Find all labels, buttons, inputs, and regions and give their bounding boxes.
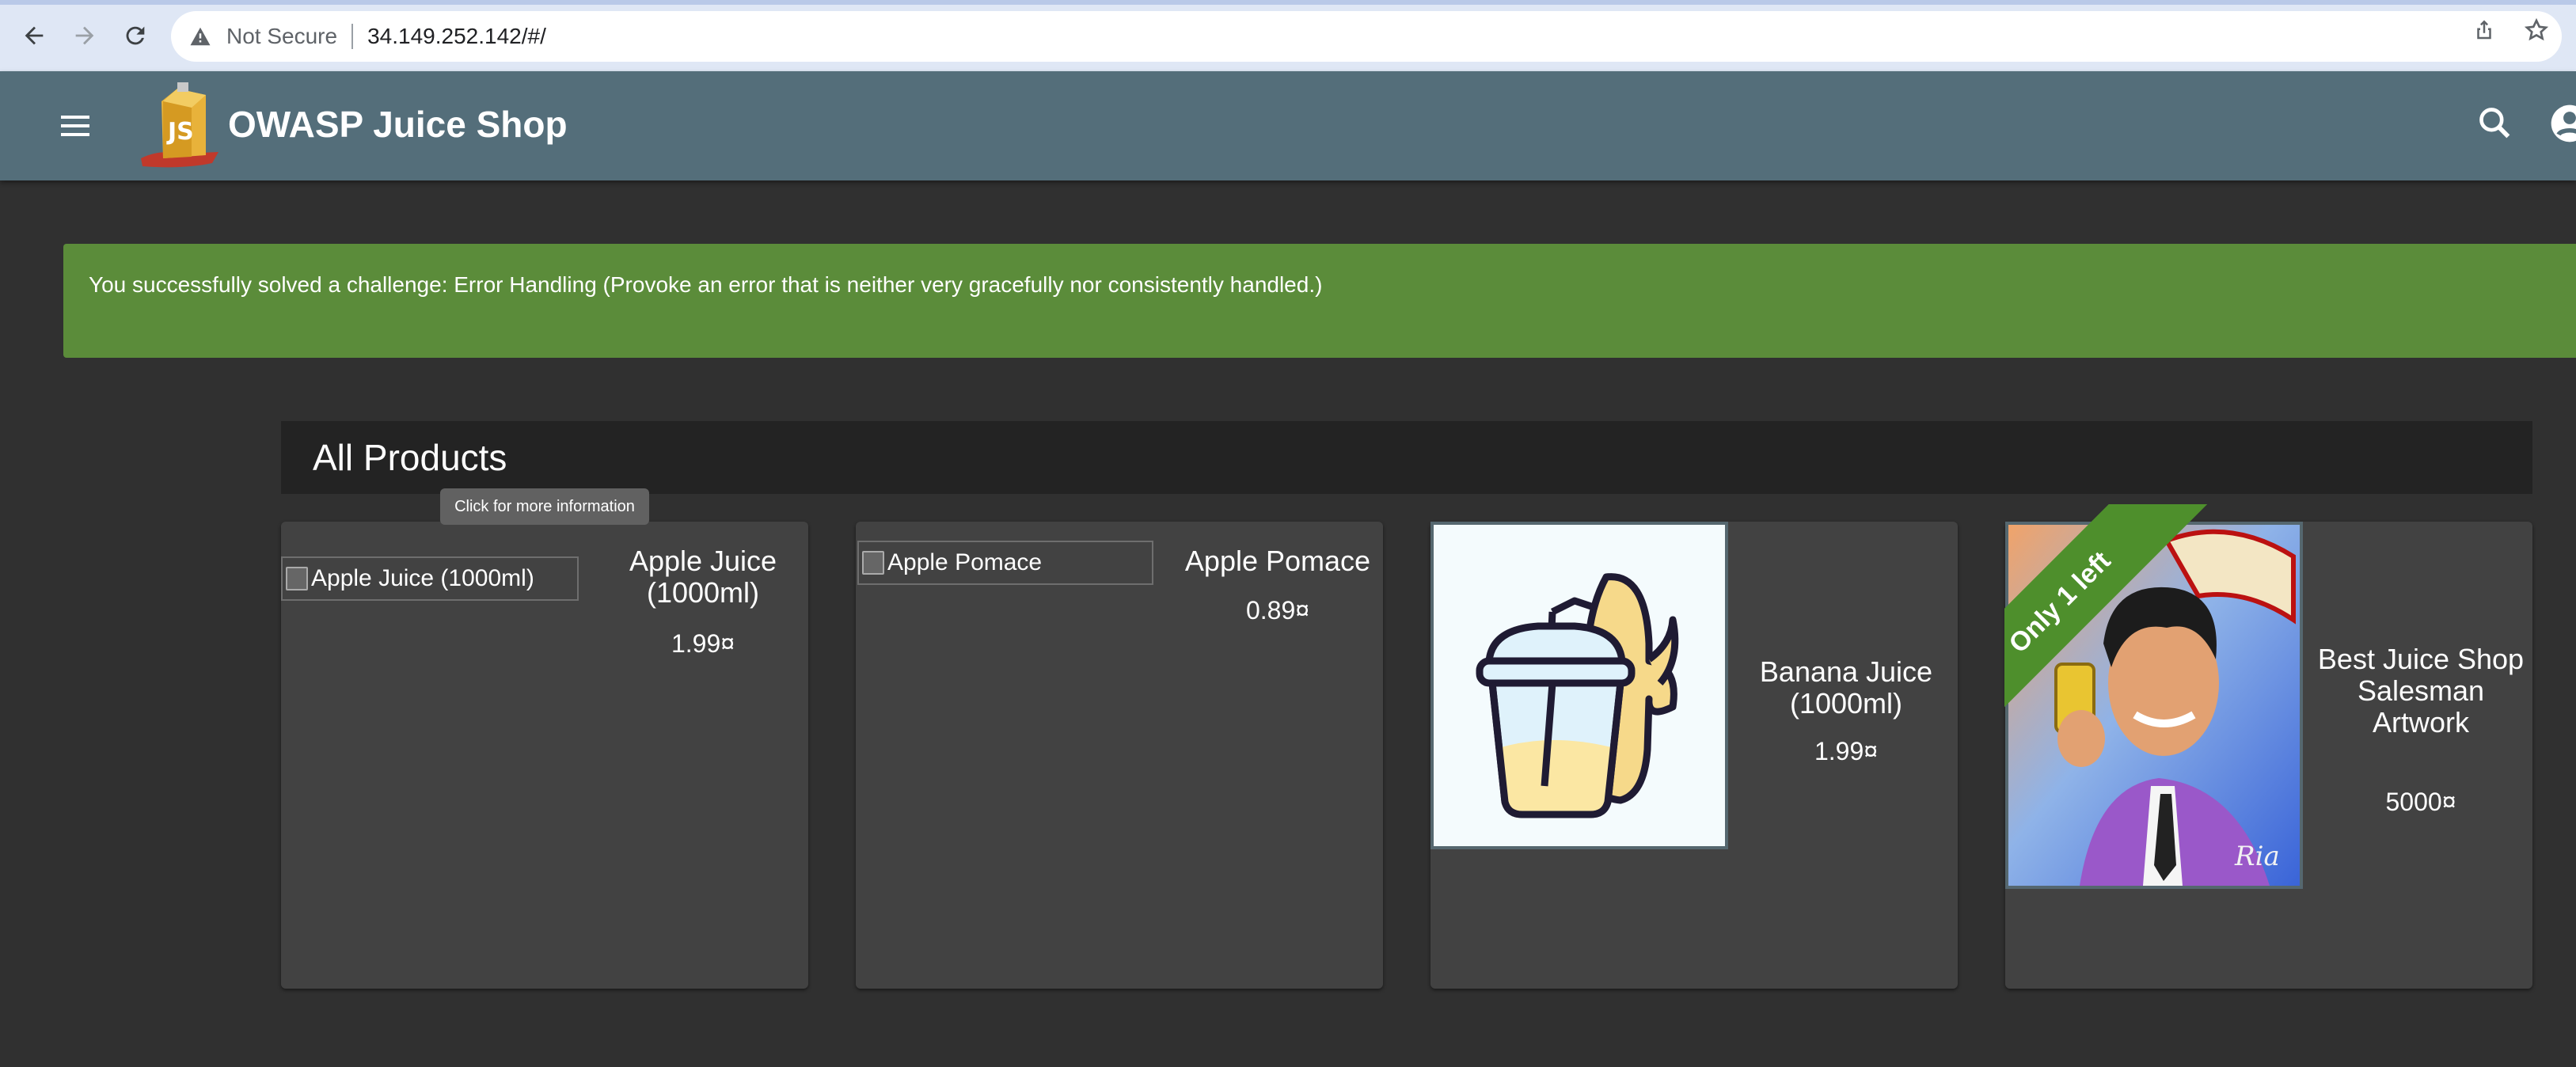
warning-icon [190, 27, 211, 46]
juice-shop-logo[interactable]: JS [136, 81, 223, 169]
page-title: All Products [313, 437, 507, 478]
product-name: Apple Pomace [1184, 545, 1371, 577]
product-card-banana-juice[interactable]: Banana Juice (1000ml) 1.99¤ [1430, 522, 1958, 989]
browser-toolbar: Not Secure 34.149.252.142/#/ [0, 0, 2576, 71]
only-one-left-ribbon: Only 1 left [2004, 504, 2230, 734]
product-name: Best Juice Shop Salesman Artwork [2317, 643, 2525, 739]
product-card-apple-juice[interactable]: Apple Juice (1000ml) Apple Juice (1000ml… [281, 522, 808, 989]
product-card-salesman-artwork[interactable]: Ria Only 1 left Best Juice Shop Salesman… [2004, 504, 2532, 989]
account-icon[interactable] [2548, 101, 2576, 146]
menu-icon[interactable] [55, 106, 95, 146]
product-image[interactable]: Apple Pomace [857, 541, 1153, 585]
back-icon[interactable] [14, 16, 54, 55]
svg-text:JS: JS [166, 118, 194, 146]
product-price: 1.99¤ [1814, 737, 1879, 765]
banana-juice-illustration [1438, 530, 1720, 841]
search-icon[interactable] [2473, 101, 2517, 146]
notification-message: You successfully solved a challenge: Err… [89, 272, 1323, 297]
url-text[interactable]: 34.149.252.142/#/ [367, 24, 546, 49]
app-toolbar: JS OWASP Juice Shop [0, 71, 2576, 180]
address-bar[interactable]: Not Secure 34.149.252.142/#/ [171, 11, 2562, 62]
product-name: Apple Juice (1000ml) [629, 545, 777, 609]
broken-image-icon [286, 567, 308, 590]
product-price: 5000¤ [2385, 788, 2456, 816]
tooltip: Click for more information [440, 488, 649, 525]
share-icon[interactable] [2468, 14, 2500, 46]
broken-image-icon [862, 551, 884, 575]
security-label: Not Secure [226, 24, 338, 48]
product-price: 1.99¤ [671, 629, 735, 658]
app-title[interactable]: OWASP Juice Shop [228, 95, 568, 154]
divider [351, 24, 354, 49]
product-image[interactable]: Apple Juice (1000ml) [281, 556, 579, 601]
stock-ribbon: Only 1 left [2004, 504, 2234, 734]
svg-text:Ria: Ria [2234, 841, 2280, 872]
tab-strip [0, 0, 2576, 5]
product-card-apple-pomace[interactable]: Apple Pomace Apple Pomace 0.89¤ [856, 522, 1383, 989]
challenge-solved-notification: You successfully solved a challenge: Err… [63, 244, 2576, 358]
product-name: Banana Juice (1000ml) [1759, 655, 1933, 720]
product-image[interactable] [1430, 522, 1728, 849]
reload-icon[interactable] [116, 16, 155, 55]
products-header: All Products [281, 421, 2532, 494]
forward-icon[interactable] [65, 16, 104, 55]
star-icon[interactable] [2521, 14, 2552, 46]
product-price: 0.89¤ [1245, 596, 1310, 625]
